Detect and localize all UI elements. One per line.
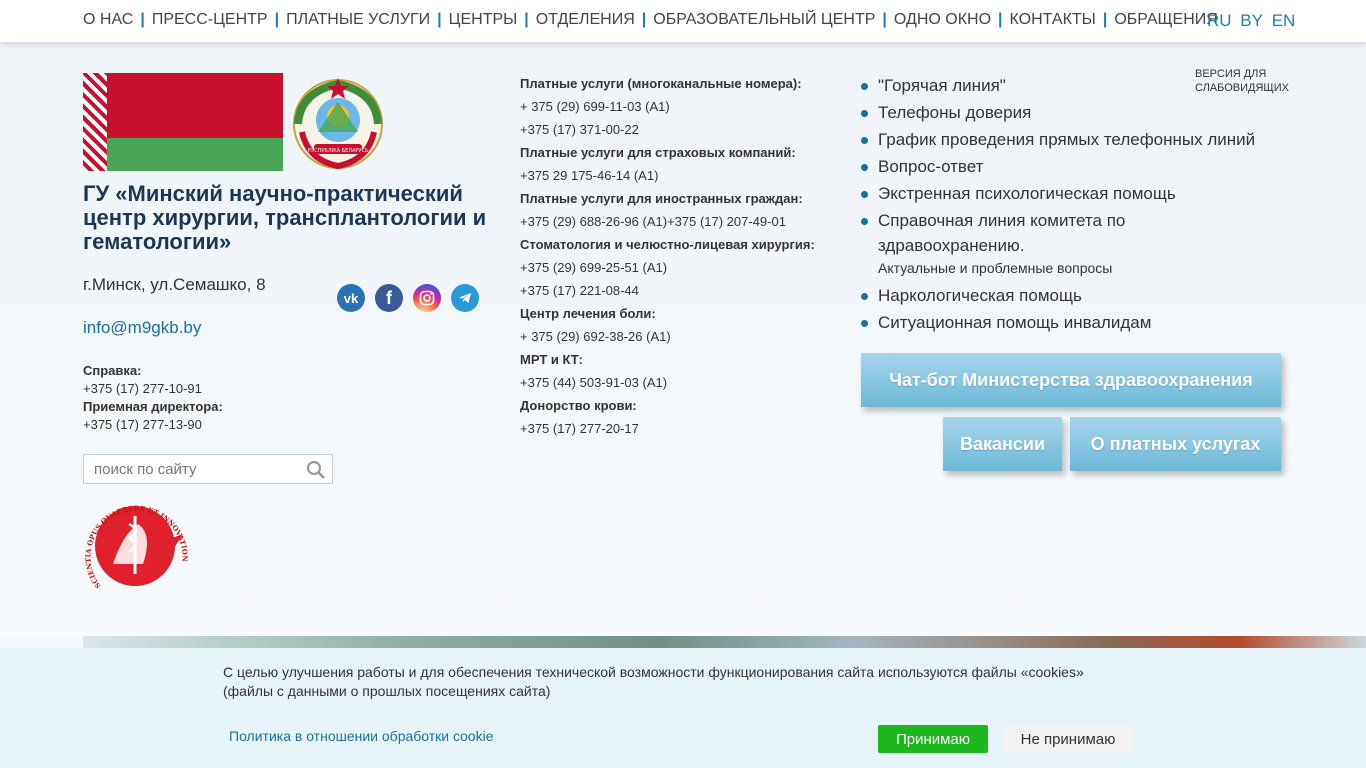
phone-number[interactable]: +375 (44) 503-91-03 (А1) [520,371,815,394]
accept-cookies-button[interactable]: Принимаю [878,725,988,753]
phone-heading: Платные услуги для иностранных граждан: [520,191,803,206]
language-switcher: RU BY EN [1207,11,1299,31]
phone-heading: Платные услуги для страховых компаний: [520,145,796,160]
link-narcological-help[interactable]: Наркологическая помощь [861,282,1255,309]
top-navigation: О НАС ПРЕСС-ЦЕНТР ПЛАТНЫЕ УСЛУГИ ЦЕНТРЫ … [0,0,1366,42]
phone-heading: Центр лечения боли: [520,306,656,321]
phone-heading: МРТ и КТ: [520,352,583,367]
flag-ornament [83,73,107,171]
phone-number[interactable]: + 375 (29) 699-11-03 (А1) [520,95,815,118]
cookie-consent-bar: С целью улучшения работы и для обеспечен… [0,648,1366,768]
nav-item-about[interactable]: О НАС [83,11,133,29]
lang-ru[interactable]: RU [1207,11,1232,30]
paid-services-button[interactable]: О платных услугах [1070,417,1281,471]
link-trust-phones[interactable]: Телефоны доверия [861,99,1255,126]
chat-bot-button[interactable]: Чат-бот Министерства здравоохранения [861,353,1281,407]
reference-phone: +375 (17) 277-10-91 [83,381,202,396]
nav-item-departments[interactable]: ОТДЕЛЕНИЯ [517,11,635,29]
nav-item-appeals[interactable]: ОБРАЩЕНИЯ [1096,11,1218,29]
social-links: vk f [337,284,479,312]
phone-heading: Стоматология и челюстно-лицевая хирургия… [520,237,815,252]
phone-number[interactable]: + 375 (29) 692-38-26 (А1) [520,325,815,348]
phone-directory: Платные услуги (многоканальные номера): … [520,72,815,440]
phone-number[interactable]: +375 (29) 688-26-96 (А1)+375 (17) 207-49… [520,210,815,233]
phone-number[interactable]: +375 (17) 277-20-17 [520,417,815,440]
nav-item-press-center[interactable]: ПРЕСС-ЦЕНТР [133,11,268,29]
search-icon[interactable] [306,460,326,480]
nav-item-education-center[interactable]: ОБРАЗОВАТЕЛЬНЫЙ ЦЕНТР [635,11,875,29]
cookie-policy-link[interactable]: Политика в отношении обработки cookie [229,728,493,744]
search-input[interactable] [84,455,294,483]
link-phone-lines-schedule[interactable]: График проведения прямых телефонных лини… [861,126,1255,153]
link-psychological-help[interactable]: Экстренная психологическая помощь [861,180,1255,207]
phone-number[interactable]: +375 (17) 371-00-22 [520,118,815,141]
nav-item-centers[interactable]: ЦЕНТРЫ [430,11,518,29]
telegram-icon[interactable] [451,284,479,312]
decline-cookies-button[interactable]: Не принимаю [1003,725,1133,753]
instagram-icon[interactable] [413,284,441,312]
nav-item-one-window[interactable]: ОДНО ОКНО [875,11,991,29]
link-health-committee-line[interactable]: Справочная линия комитета по здравоохран… [861,207,1151,278]
phone-number[interactable]: +375 (17) 221-08-44 [520,279,815,302]
nav-item-contacts[interactable]: КОНТАКТЫ [991,11,1096,29]
contact-info: Справка: +375 (17) 277-10-91 Приемная ди… [83,362,223,434]
phone-heading: Донорство крови: [520,398,637,413]
email-link[interactable]: info@m9gkb.by [83,318,201,338]
nav-item-paid-services[interactable]: ПЛАТНЫЕ УСЛУГИ [268,11,430,29]
state-emblem-icon: РЭСПУБЛІКА БЕЛАРУСЬ [293,78,383,170]
link-health-committee-label: Справочная линия комитета по здравоохран… [878,211,1126,255]
phone-number[interactable]: +375 (29) 699-25-51 (А1) [520,256,815,279]
quick-links: "Горячая линия" Телефоны доверия График … [861,72,1255,336]
belarus-flag [83,73,283,171]
emblem-ribbon-text: РЭСПУБЛІКА БЕЛАРУСЬ [308,148,369,154]
low-vision-version-link[interactable]: ВЕРСИЯ ДЛЯ СЛАБОВИДЯЩИХ [1195,67,1295,95]
main-menu: О НАС ПРЕСС-ЦЕНТР ПЛАТНЫЕ УСЛУГИ ЦЕНТРЫ … [83,11,1218,29]
scientific-badge-logo: SCIENTIA OPUS QUAERERE ET INNOVATION [83,504,189,590]
link-disability-help[interactable]: Ситуационная помощь инвалидам [861,309,1255,336]
reception-label: Приемная директора: [83,399,223,414]
organization-title: ГУ «Минский научно-практический центр хи… [83,181,487,254]
phone-number[interactable]: +375 29 175-46-14 (А1) [520,164,815,187]
vacancies-button[interactable]: Вакансии [943,417,1062,471]
cookie-message: С целью улучшения работы и для обеспечен… [223,664,1084,699]
link-faq[interactable]: Вопрос-ответ [861,153,1255,180]
reference-label: Справка: [83,363,142,378]
reception-phone: +375 (17) 277-13-90 [83,417,202,432]
lang-by[interactable]: BY [1240,11,1263,30]
vk-icon[interactable]: vk [337,284,365,312]
phone-heading: Платные услуги (многоканальные номера): [520,76,802,91]
facebook-icon[interactable]: f [375,284,403,312]
lang-en[interactable]: EN [1272,11,1296,30]
organization-address: г.Минск, ул.Семашко, 8 [83,275,266,294]
link-health-committee-note: Актуальные и проблемные вопросы [878,260,1113,276]
site-search [83,454,333,484]
